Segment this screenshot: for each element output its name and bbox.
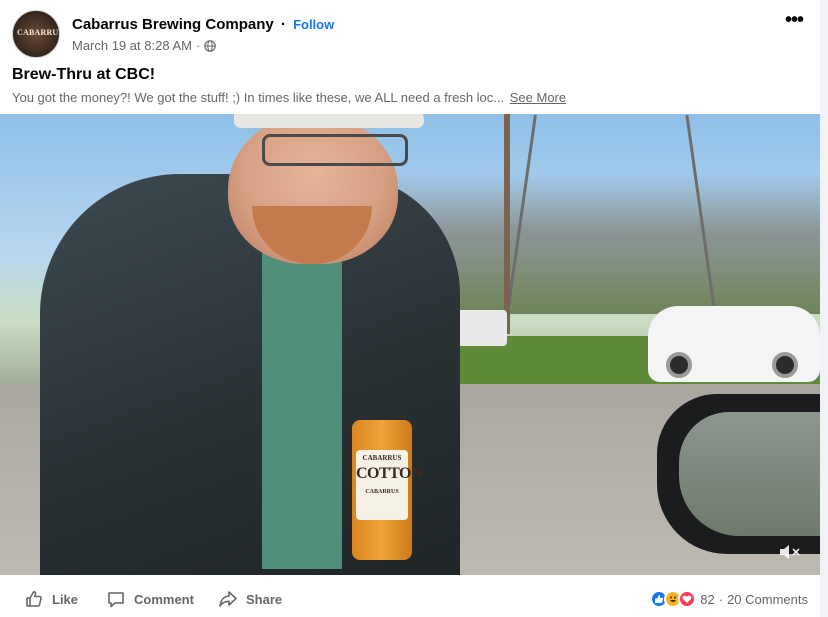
avatar-logo-text: CABARRUS (17, 28, 60, 37)
page-name-row: Cabarrus Brewing Company · Follow (72, 16, 334, 33)
can-name: COTTON (356, 465, 423, 482)
muted-speaker-icon[interactable] (778, 542, 804, 562)
see-more-link[interactable]: See More (510, 90, 566, 105)
mirror-glass (679, 412, 820, 536)
can-sub: CABARRUS (365, 489, 399, 495)
video-player[interactable]: CABARRUS COTTON CABARRUS (0, 114, 820, 575)
post-body: You got the money?! We got the stuff! ;)… (12, 90, 505, 105)
share-button[interactable]: Share (218, 583, 282, 615)
post-header: CABARRUS Cabarrus Brewing Company · Foll… (12, 10, 808, 60)
comment-button[interactable]: Comment (106, 583, 194, 615)
post-actions: Like Comment Share 82 · 20 Comments (0, 583, 820, 617)
post-title: Brew-Thru at CBC! (12, 66, 156, 83)
like-button[interactable]: Like (24, 583, 78, 615)
meta-separator: · (195, 38, 201, 53)
car-wheel (772, 352, 798, 378)
person-glasses (262, 134, 408, 166)
name-separator: · (280, 16, 286, 33)
post-card: CABARRUS Cabarrus Brewing Company · Foll… (0, 0, 820, 617)
can-brand: CABARRUS (362, 454, 402, 462)
page-name-link[interactable]: Cabarrus Brewing Company (72, 16, 274, 33)
globe-icon[interactable] (204, 39, 217, 52)
more-options-icon[interactable]: ••• (780, 10, 808, 34)
share-label: Share (246, 591, 283, 607)
reaction-icons[interactable] (650, 590, 697, 608)
stats-separator: · (718, 591, 724, 607)
follow-button[interactable]: Follow (293, 17, 334, 32)
page-avatar[interactable]: CABARRUS (12, 10, 60, 58)
reaction-summary: 82 · 20 Comments (650, 583, 808, 615)
post-text: You got the money?! We got the stuff! ;)… (12, 90, 566, 105)
comment-label: Comment (134, 591, 194, 607)
thumbs-up-icon (26, 591, 42, 607)
beer-can: CABARRUS COTTON CABARRUS (352, 420, 423, 560)
post-meta: March 19 at 8:28 AM · (72, 38, 217, 53)
share-icon (219, 591, 237, 607)
beer-can-label: CABARRUS COTTON CABARRUS (356, 450, 423, 520)
post-timestamp[interactable]: March 19 at 8:28 AM (72, 38, 192, 53)
love-reaction-icon (678, 590, 697, 608)
white-car (648, 306, 820, 382)
car-side-mirror (657, 394, 820, 554)
person-shirt (262, 249, 342, 569)
person-cap (234, 114, 424, 128)
utility-pole (504, 114, 510, 334)
page-background-edge (820, 0, 828, 617)
comment-icon (108, 592, 124, 608)
car-wheel (666, 352, 692, 378)
comment-count-link[interactable]: 20 Comments (727, 592, 808, 607)
like-label: Like (52, 591, 79, 607)
reaction-count[interactable]: 82 (700, 592, 714, 607)
